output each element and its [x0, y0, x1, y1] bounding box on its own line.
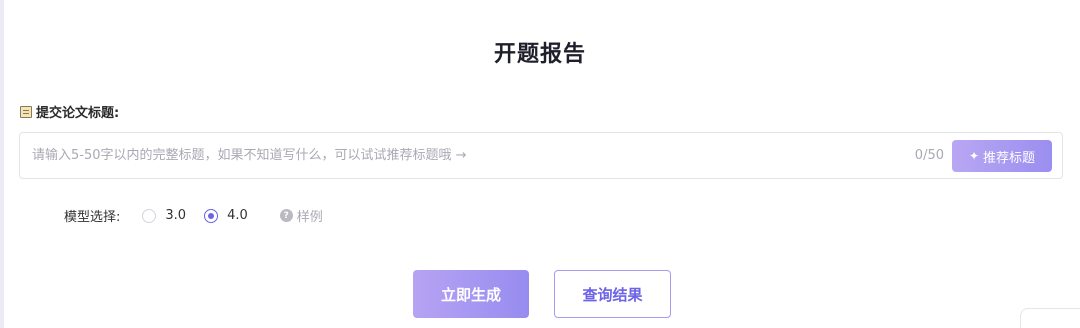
title-section-label: 提交论文标题: [20, 102, 119, 121]
model-option-3-0-label: 3.0 [165, 208, 187, 223]
title-section-label-text: 提交论文标题: [36, 106, 120, 121]
model-option-4-0[interactable]: 4.0 [204, 208, 248, 223]
model-option-3-0[interactable]: 3.0 [142, 208, 186, 223]
recommend-title-button[interactable]: ✦ 推荐标题 [952, 140, 1052, 172]
recommend-title-label: 推荐标题 [983, 150, 1036, 166]
title-input[interactable] [32, 133, 892, 178]
corner-widget [1020, 308, 1080, 328]
char-count: 0/50 [914, 148, 944, 163]
radio-4-0[interactable] [204, 208, 219, 223]
sparkle-icon: ✦ [968, 149, 980, 163]
page-title: 开题报告 [493, 42, 586, 67]
generate-now-button[interactable]: 立即生成 [413, 270, 529, 318]
sample-link[interactable]: ? 样例 [279, 206, 323, 225]
title-input-container: 0/50 ✦ 推荐标题 [19, 132, 1063, 179]
radio-3-0[interactable] [142, 208, 157, 223]
model-selection-row: 模型选择: 3.0 4.0 ? 样例 [64, 206, 323, 225]
sample-link-label: 样例 [296, 210, 323, 225]
query-results-button[interactable]: 查询结果 [554, 270, 671, 318]
model-selection-label: 模型选择: [64, 210, 121, 225]
question-icon: ? [279, 209, 293, 222]
notepad-icon [20, 105, 32, 118]
model-option-4-0-label: 4.0 [227, 208, 248, 223]
